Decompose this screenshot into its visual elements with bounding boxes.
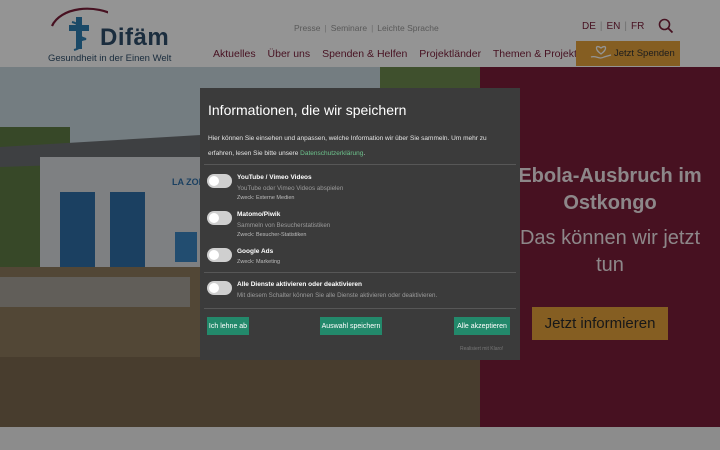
service-matomo: Matomo/Piwik Sammeln von Besucherstatist… — [207, 211, 507, 241]
service-description: YouTube oder Vimeo Videos abspielen — [237, 185, 344, 192]
toggle-all-label: Alle Dienste aktivieren oder deaktiviere… — [237, 281, 362, 288]
consent-description: Hier können Sie einsehen und anpassen, w… — [208, 131, 508, 161]
consent-description-end: . — [363, 150, 366, 157]
service-description: Sammeln von Besucherstatistiken — [237, 222, 331, 229]
privacy-policy-link[interactable]: Datenschutzerklärung — [300, 150, 363, 157]
service-name: Matomo/Piwik — [237, 211, 281, 218]
consent-title: Informationen, die wir speichern — [208, 102, 407, 118]
service-name: Google Ads — [237, 248, 274, 255]
service-purpose: Zweck: Marketing — [237, 259, 281, 265]
decline-button[interactable]: Ich lehne ab — [207, 317, 249, 335]
toggle-all-switch[interactable] — [207, 281, 232, 295]
youtube-vimeo-toggle[interactable] — [207, 174, 232, 188]
divider — [204, 308, 516, 309]
powered-by-link[interactable]: Realisiert mit Klaro! — [460, 346, 503, 352]
service-youtube-vimeo: YouTube / Vimeo Videos YouTube oder Vime… — [207, 174, 507, 204]
service-name: YouTube / Vimeo Videos — [237, 174, 312, 181]
matomo-toggle[interactable] — [207, 211, 232, 225]
google-ads-toggle[interactable] — [207, 248, 232, 262]
consent-modal: Informationen, die wir speichern Hier kö… — [200, 88, 520, 360]
toggle-all-services: Alle Dienste aktivieren oder deaktiviere… — [207, 281, 507, 311]
accept-all-button[interactable]: Alle akzeptieren — [454, 317, 510, 335]
divider — [204, 164, 516, 165]
save-selection-button[interactable]: Auswahl speichern — [320, 317, 382, 335]
service-purpose: Zweck: Externe Medien — [237, 195, 295, 201]
toggle-all-description: Mit diesem Schalter können Sie alle Dien… — [237, 292, 438, 299]
service-google-ads: Google Ads Zweck: Marketing — [207, 248, 507, 278]
service-purpose: Zweck: Besucher-Statistiken — [237, 232, 307, 238]
divider — [204, 272, 516, 273]
